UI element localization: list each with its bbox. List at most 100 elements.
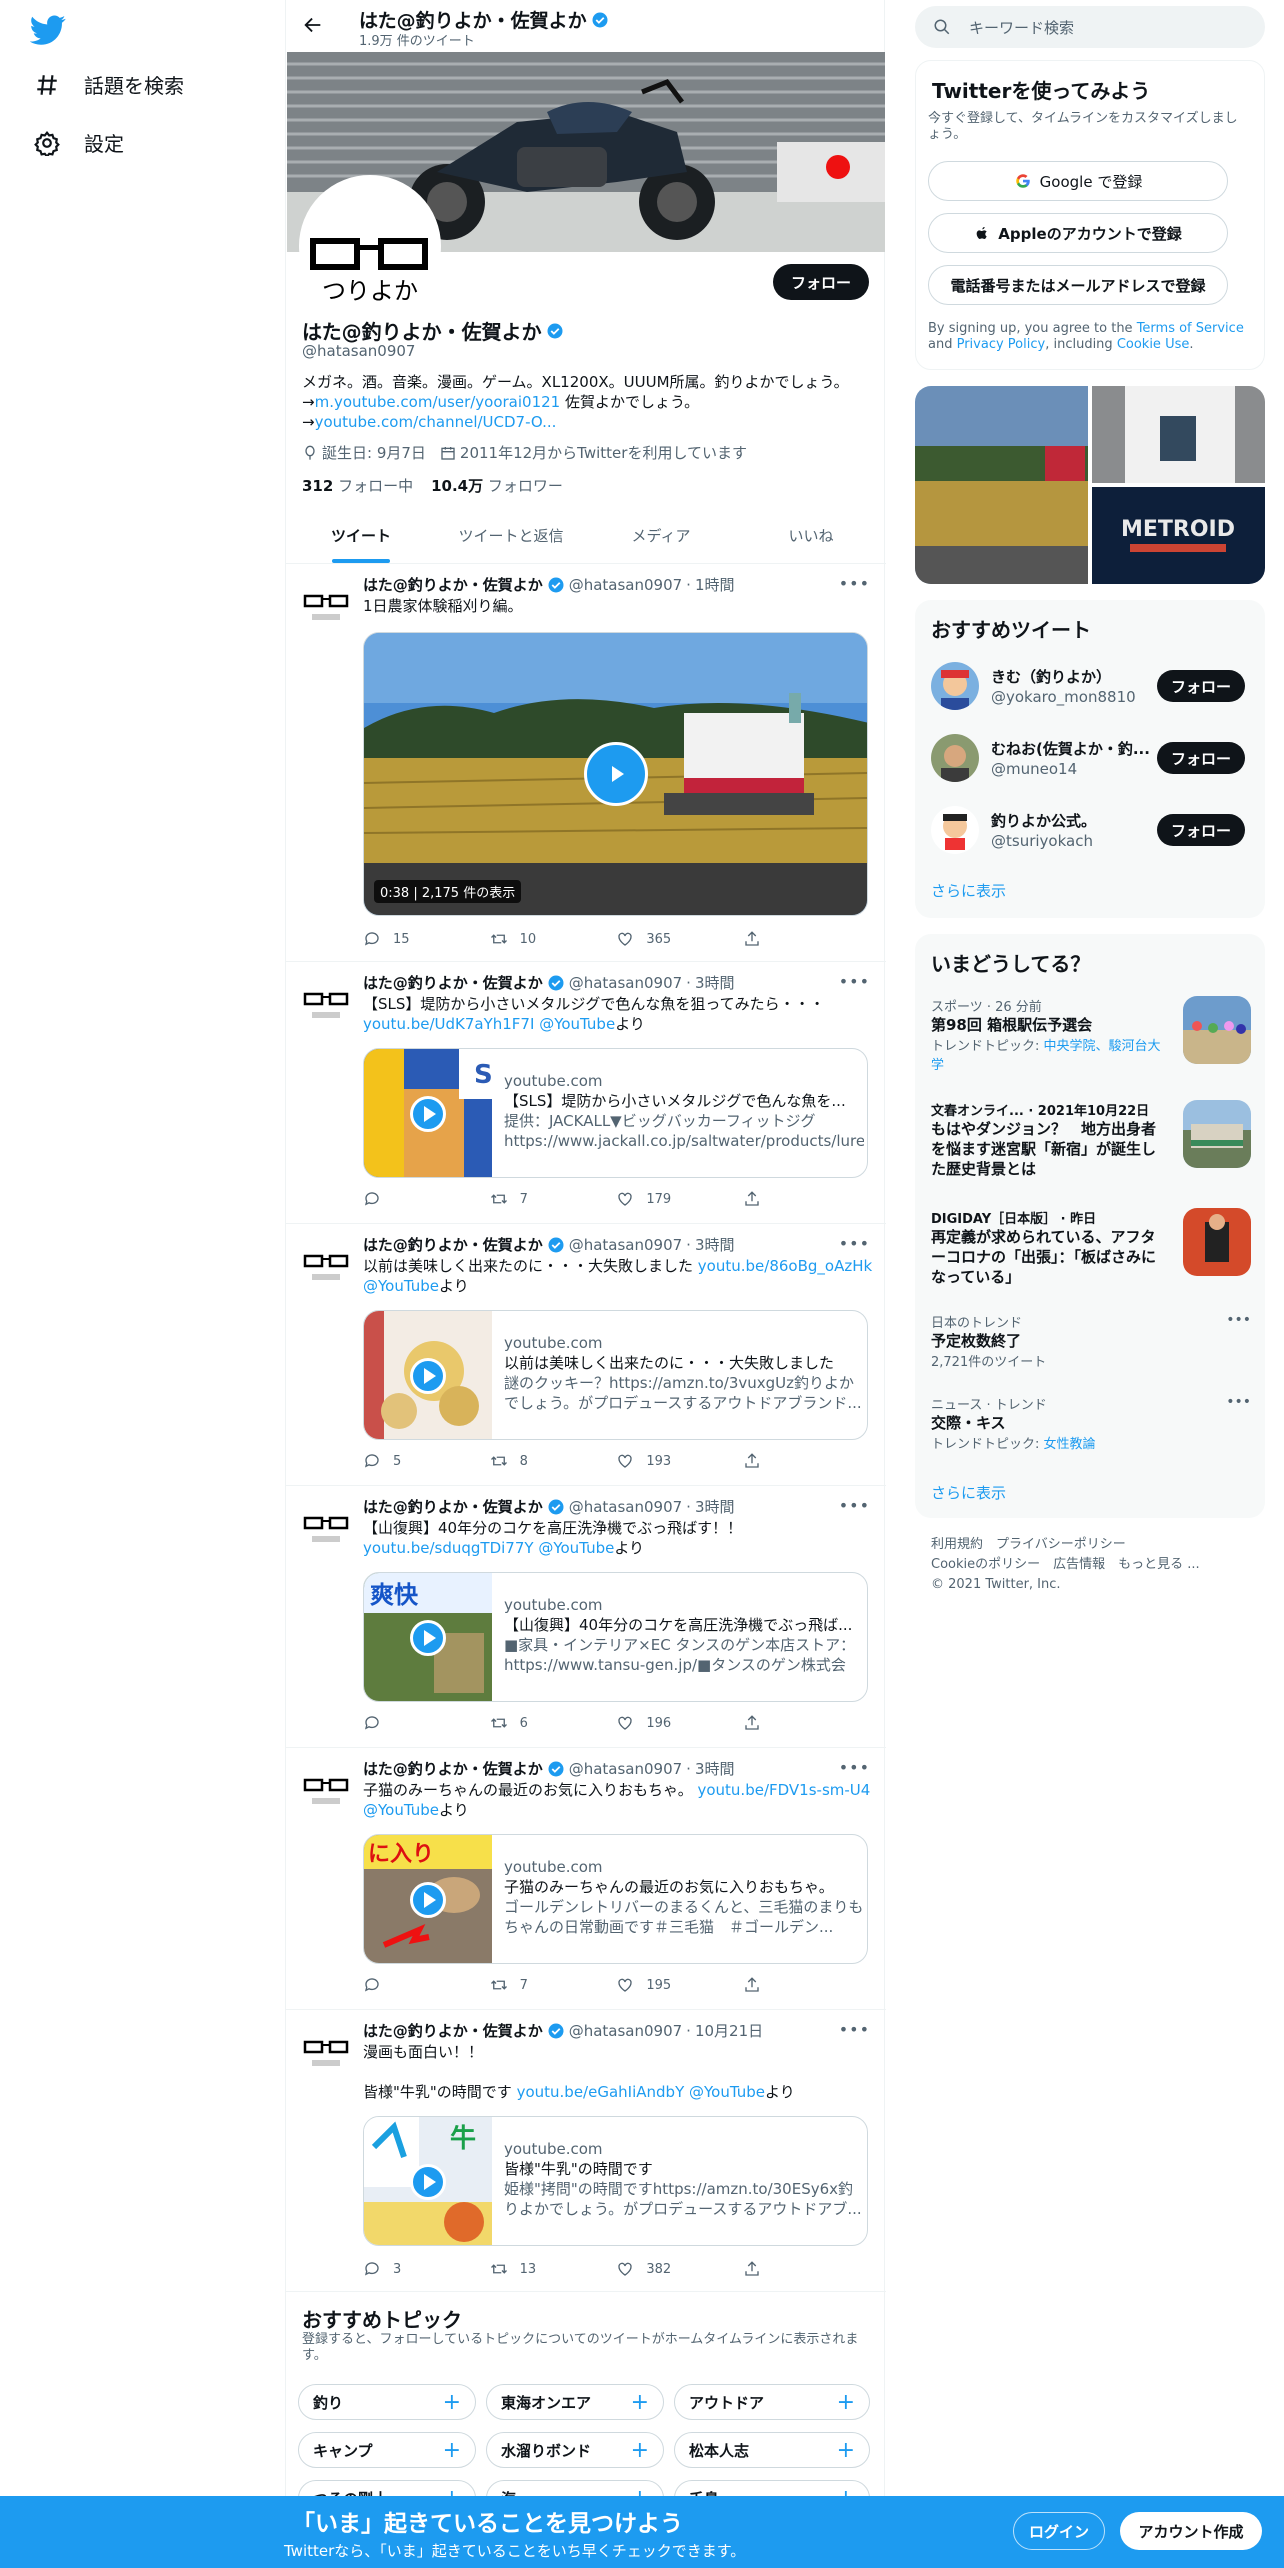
tweet-time[interactable]: 3時間 [695, 1758, 735, 1779]
footer-links-1[interactable]: 利用規約 プライバシーポリシー [931, 1535, 1251, 1555]
tweet-avatar[interactable] [302, 1238, 350, 1286]
tweet-author-name[interactable]: はた@釣りよか・佐賀よか [363, 1496, 543, 1517]
followers-link[interactable]: 10.4万 フォロワー [431, 475, 563, 496]
link-card[interactable]: youtube.com 以前は美味しく出来たのに・・・大失敗しました 謎のクッキ… [363, 1310, 868, 1440]
nav-explore[interactable]: 話題を検索 [34, 70, 184, 99]
search-input[interactable]: キーワード検索 [969, 17, 1074, 38]
follow-button[interactable]: フォロー [1157, 670, 1245, 702]
show-more-link[interactable]: さらに表示 [931, 880, 1006, 901]
tweet-avatar[interactable] [302, 578, 350, 626]
trend-item[interactable]: ニュース · トレンド 交際・キス トレンドトピック: 女性教論 ••• [931, 1394, 1251, 1452]
tweet-link[interactable]: youtu.be/86oBg_oAzHk [698, 1257, 872, 1275]
tweet-more-icon[interactable]: ••• [839, 1496, 870, 1515]
tweet-mention[interactable]: @YouTube [538, 1539, 614, 1557]
nav-settings[interactable]: 設定 [34, 128, 124, 157]
tweet-more-icon[interactable]: ••• [839, 2020, 870, 2039]
tweet-author-name[interactable]: はた@釣りよか・佐賀よか [363, 972, 543, 993]
tweet-avatar[interactable] [302, 976, 350, 1024]
like-button[interactable]: 195 [616, 1976, 706, 1994]
signup-button[interactable]: アカウント作成 [1120, 2512, 1262, 2550]
tweet-link[interactable]: youtu.be/sduqgTDi77Y [363, 1539, 534, 1557]
video-play-icon[interactable] [583, 742, 648, 806]
tweet-more-icon[interactable]: ••• [839, 1234, 870, 1253]
trend-topic-link[interactable]: 女性教論 [1044, 1437, 1096, 1452]
like-button[interactable]: 382 [616, 2260, 706, 2278]
share-button[interactable] [743, 1190, 803, 1208]
tweet[interactable]: はた@釣りよか・佐賀よか @hatasan0907 · 3時間 ••• 【SLS】… [286, 962, 886, 1224]
tweet-time[interactable]: 10月21日 [695, 2020, 763, 2041]
terms-of-service-link[interactable]: Terms of Service [1137, 321, 1244, 336]
tweet-time[interactable]: 3時間 [695, 1234, 735, 1255]
topic-chip[interactable]: 松本人志 + [674, 2432, 870, 2468]
link-card[interactable]: 爽快 youtube.com 【山復興】40年分のコケを高圧洗浄機でぶっ飛ば..… [363, 1572, 868, 1702]
privacy-policy-link[interactable]: Privacy Policy [957, 337, 1046, 352]
share-button[interactable] [743, 2260, 803, 2278]
tweet-mention[interactable]: @YouTube [689, 2083, 765, 2101]
twitter-logo-icon[interactable] [30, 12, 66, 48]
footer-links-2[interactable]: Cookieのポリシー 広告情報 もっと見る ... [931, 1555, 1251, 1575]
retweet-button[interactable]: 10 [490, 930, 580, 948]
phone-email-signup-button[interactable]: 電話番号またはメールアドレスで登録 [928, 265, 1228, 305]
follow-button[interactable]: フォロー [1157, 742, 1245, 774]
retweet-button[interactable]: 6 [490, 1714, 580, 1732]
recommended-user[interactable]: むねお(佐賀よか・釣... @muneo14 フォロー [931, 730, 1251, 790]
reply-button[interactable] [363, 1976, 453, 1994]
topic-chip[interactable]: 水溜りボンド + [486, 2432, 664, 2468]
tweet-mention[interactable]: @YouTube [363, 1801, 439, 1819]
tweet-mention[interactable]: @YouTube [539, 1015, 615, 1033]
tweet-link[interactable]: youtu.be/UdK7aYh1F7I [363, 1015, 534, 1033]
back-arrow-icon[interactable] [302, 14, 324, 36]
share-button[interactable] [743, 1976, 803, 1994]
like-button[interactable]: 179 [616, 1190, 706, 1208]
trend-item[interactable]: スポーツ · 26 分前 第98回 箱根駅伝予選会 トレンドトピック: 中央学院… [931, 996, 1251, 1073]
tweet-author-name[interactable]: はた@釣りよか・佐賀よか [363, 1758, 543, 1779]
reply-button[interactable] [363, 1190, 453, 1208]
login-button[interactable]: ログイン [1013, 2512, 1105, 2550]
share-button[interactable] [743, 1452, 803, 1470]
share-button[interactable] [743, 1714, 803, 1732]
tweet-author-name[interactable]: はた@釣りよか・佐賀よか [363, 574, 543, 595]
trend-more-icon[interactable]: ••• [1226, 1394, 1251, 1410]
tweet-more-icon[interactable]: ••• [839, 574, 870, 593]
share-button[interactable] [743, 930, 803, 948]
tweet-avatar[interactable] [302, 1500, 350, 1548]
reply-button[interactable]: 3 [363, 2260, 453, 2278]
tweet-more-icon[interactable]: ••• [839, 972, 870, 991]
trend-item[interactable]: 日本のトレンド 予定枚数終了 2,721件のツイート ••• [931, 1312, 1251, 1370]
topic-chip[interactable]: 東海オンエア + [486, 2384, 664, 2420]
tweet-avatar[interactable] [302, 1762, 350, 1810]
tweet-more-icon[interactable]: ••• [839, 1758, 870, 1777]
apple-signup-button[interactable]: Appleのアカウントで登録 [928, 213, 1228, 253]
tweet-avatar[interactable] [302, 2024, 350, 2072]
tweet[interactable]: はた@釣りよか・佐賀よか @hatasan0907 · 3時間 ••• 子猫のみー… [286, 1748, 886, 2010]
profile-avatar[interactable]: つりよか [299, 175, 441, 317]
following-link[interactable]: 312 フォロー中 [302, 475, 413, 496]
follow-button[interactable]: フォロー [1157, 814, 1245, 846]
bio-link-youtube-user[interactable]: m.youtube.com/user/yoorai0121 [315, 393, 561, 411]
tweet-link[interactable]: youtu.be/FDV1s-sm-U4 [697, 1781, 870, 1799]
media-grid[interactable]: METROID [915, 386, 1265, 584]
tab-tweets[interactable]: ツイート [286, 508, 436, 563]
tweet[interactable]: はた@釣りよか・佐賀よか @hatasan0907 · 3時間 ••• 【山復興】… [286, 1486, 886, 1748]
reply-button[interactable]: 15 [363, 930, 453, 948]
tweet-time[interactable]: 3時間 [695, 972, 735, 993]
tab-likes[interactable]: いいね [736, 508, 886, 563]
tweet-time[interactable]: 1時間 [695, 574, 735, 595]
tweet-author-name[interactable]: はた@釣りよか・佐賀よか [363, 1234, 543, 1255]
search-box[interactable]: キーワード検索 [915, 6, 1265, 48]
retweet-button[interactable]: 7 [490, 1190, 580, 1208]
topic-chip[interactable]: アウトドア + [674, 2384, 870, 2420]
show-more-link[interactable]: さらに表示 [931, 1482, 1006, 1503]
recommended-user[interactable]: きむ（釣りよか） @yokaro_mon8810 フォロー [931, 658, 1251, 718]
tweet[interactable]: はた@釣りよか・佐賀よか @hatasan0907 · 10月21日 ••• 漫画… [286, 2010, 886, 2292]
tab-tweets-and-replies[interactable]: ツイートと返信 [436, 508, 586, 563]
link-card[interactable]: 牛 youtube.com 皆様"牛乳"の時間です 姫様"拷問"の時間ですhtt… [363, 2116, 868, 2246]
like-button[interactable]: 365 [616, 930, 706, 948]
cookie-use-link[interactable]: Cookie Use [1117, 337, 1190, 352]
google-signup-button[interactable]: Google で登録 [928, 161, 1228, 201]
reply-button[interactable]: 5 [363, 1452, 453, 1470]
tweet-mention[interactable]: @YouTube [363, 1277, 439, 1295]
retweet-button[interactable]: 13 [490, 2260, 580, 2278]
tweet[interactable]: はた@釣りよか・佐賀よか @hatasan0907 · 1時間 ••• 1日農家体… [286, 564, 886, 962]
trend-item[interactable]: DIGIDAY［日本版］ · 昨日 再定義が求められている、アフターコロナの「出… [931, 1208, 1251, 1287]
